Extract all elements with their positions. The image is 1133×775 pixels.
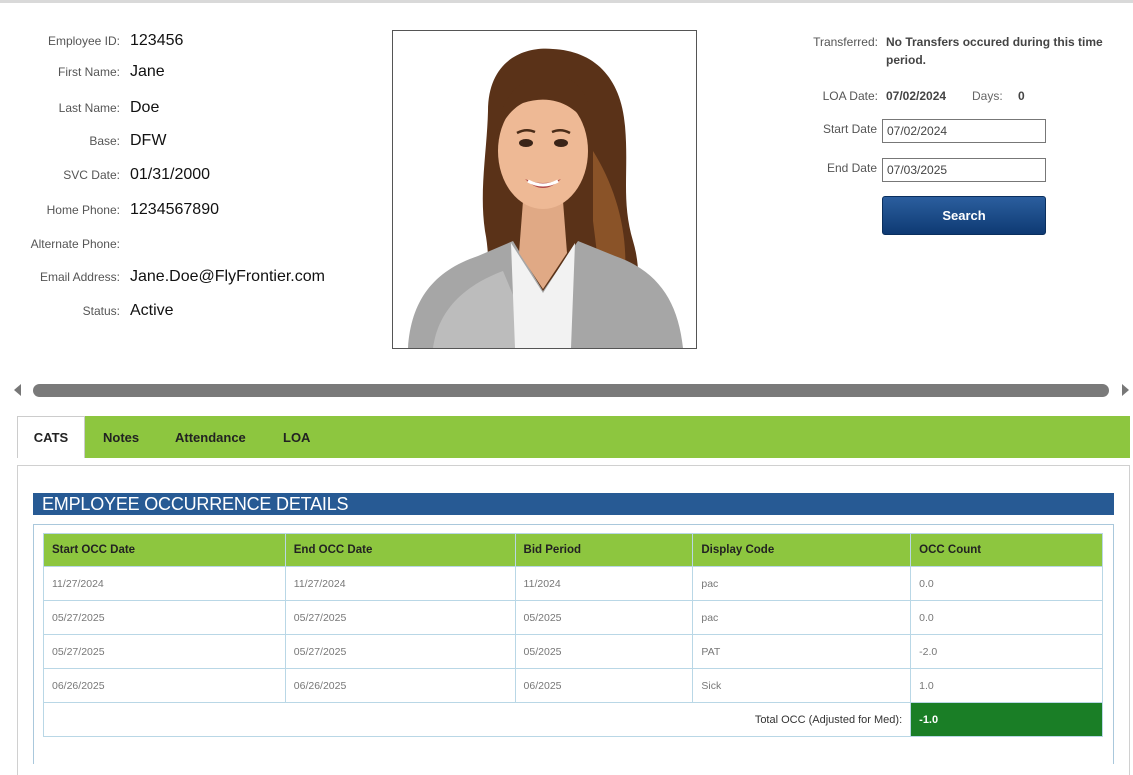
- column-header-occ-count: OCC Count: [910, 533, 1103, 567]
- cell-bid-period: 06/2025: [514, 668, 694, 703]
- cell-display-code: pac: [692, 566, 912, 601]
- employee-id-row: Employee ID: 123456: [0, 29, 380, 53]
- cell-start-occ-date: 05/27/2025: [43, 634, 286, 669]
- svc-date-value: 01/31/2000: [130, 166, 211, 183]
- tab-loa[interactable]: LOA: [283, 416, 310, 458]
- base-label: Base:: [89, 134, 120, 148]
- column-header-bid-period: Bid Period: [514, 533, 694, 567]
- tab-notes[interactable]: Notes: [103, 416, 139, 458]
- email-row: Email Address: Jane.Doe@FlyFrontier.com: [0, 265, 380, 289]
- transferred-value-line2: period.: [886, 53, 927, 67]
- last-name-row: Last Name: Doe: [0, 96, 380, 120]
- tab-cats[interactable]: CATS: [17, 416, 85, 458]
- total-row: Total OCC (Adjusted for Med): -1.0: [42, 702, 1103, 737]
- home-phone-row: Home Phone: 1234567890: [0, 198, 380, 222]
- transferred-value-line1: No Transfers occured during this time: [886, 35, 1103, 49]
- tab-attendance[interactable]: Attendance: [175, 416, 246, 458]
- occurrence-table: Start OCC Date End OCC Date Bid Period D…: [42, 533, 1103, 737]
- total-occ-label: Total OCC (Adjusted for Med):: [42, 702, 912, 737]
- first-name-value: Jane: [130, 63, 165, 80]
- cell-occ-count: 1.0: [910, 668, 1103, 703]
- loa-days-label: Days:: [972, 89, 1003, 103]
- employee-portrait-image: [393, 31, 696, 348]
- table-row: 11/27/2024 11/27/2024 11/2024 pac 0.0: [43, 566, 1103, 601]
- svc-date-row: SVC Date: 01/31/2000: [0, 163, 380, 187]
- base-value: DFW: [130, 132, 167, 149]
- cell-bid-period: 05/2025: [514, 634, 694, 669]
- scroll-thumb[interactable]: [33, 384, 1109, 397]
- table-header-row: Start OCC Date End OCC Date Bid Period D…: [43, 533, 1103, 567]
- search-button[interactable]: Search: [882, 196, 1046, 235]
- column-header-end-occ-date: End OCC Date: [284, 533, 516, 567]
- start-date-input[interactable]: [882, 119, 1046, 143]
- email-label: Email Address:: [39, 270, 120, 284]
- cell-end-occ-date: 06/26/2025: [284, 668, 516, 703]
- cell-start-occ-date: 06/26/2025: [43, 668, 286, 703]
- cell-occ-count: -2.0: [910, 634, 1103, 669]
- scroll-right-icon[interactable]: [1122, 384, 1129, 396]
- cell-end-occ-date: 11/27/2024: [284, 566, 516, 601]
- table-row: 06/26/2025 06/26/2025 06/2025 Sick 1.0: [43, 668, 1103, 703]
- table-row: 05/27/2025 05/27/2025 05/2025 pac 0.0: [43, 600, 1103, 635]
- first-name-label: First Name:: [57, 65, 120, 79]
- end-date-input[interactable]: [882, 158, 1046, 182]
- status-label: Status:: [82, 304, 120, 318]
- cell-end-occ-date: 05/27/2025: [284, 600, 516, 635]
- scroll-left-icon[interactable]: [14, 384, 21, 396]
- last-name-value: Doe: [130, 99, 160, 116]
- loa-date-label: LOA Date:: [822, 89, 878, 103]
- cell-display-code: PAT: [692, 634, 912, 669]
- email-value: Jane.Doe@FlyFrontier.com: [130, 268, 325, 285]
- table-row: 05/27/2025 05/27/2025 05/2025 PAT -2.0: [43, 634, 1103, 669]
- tab-bar: CATS Notes Attendance LOA: [17, 416, 1130, 458]
- cell-start-occ-date: 05/27/2025: [43, 600, 286, 635]
- employee-id-label: Employee ID:: [47, 34, 120, 48]
- end-date-label: End Date: [826, 161, 877, 175]
- employee-id-value: 123456: [130, 32, 184, 49]
- cell-occ-count: 0.0: [910, 566, 1103, 601]
- cell-bid-period: 05/2025: [514, 600, 694, 635]
- top-divider: [0, 0, 1133, 3]
- cell-start-occ-date: 11/27/2024: [43, 566, 286, 601]
- loa-date-value: 07/02/2024: [886, 89, 947, 103]
- base-row: Base: DFW: [0, 129, 380, 153]
- horizontal-scrollbar[interactable]: [0, 380, 1133, 402]
- cell-end-occ-date: 05/27/2025: [284, 634, 516, 669]
- alternate-phone-row: Alternate Phone:: [0, 232, 380, 256]
- cell-display-code: Sick: [692, 668, 912, 703]
- home-phone-value: 1234567890: [130, 201, 219, 218]
- loa-days-value: 0: [1018, 89, 1025, 103]
- alternate-phone-label: Alternate Phone:: [30, 237, 120, 251]
- cell-display-code: pac: [692, 600, 912, 635]
- employee-photo: [392, 30, 697, 349]
- column-header-start-occ-date: Start OCC Date: [43, 533, 286, 567]
- total-occ-value: -1.0: [910, 702, 1103, 737]
- column-header-display-code: Display Code: [692, 533, 912, 567]
- svc-date-label: SVC Date:: [63, 168, 120, 182]
- home-phone-label: Home Phone:: [46, 203, 120, 217]
- last-name-label: Last Name:: [58, 101, 120, 115]
- start-date-label: Start Date: [822, 122, 877, 136]
- cell-bid-period: 11/2024: [514, 566, 694, 601]
- occurrence-section-title: EMPLOYEE OCCURRENCE DETAILS: [33, 493, 1114, 515]
- cell-occ-count: 0.0: [910, 600, 1103, 635]
- first-name-row: First Name: Jane: [0, 60, 380, 84]
- status-value: Active: [130, 302, 174, 319]
- status-row: Status: Active: [0, 299, 380, 323]
- transferred-label: Transferred:: [813, 35, 878, 49]
